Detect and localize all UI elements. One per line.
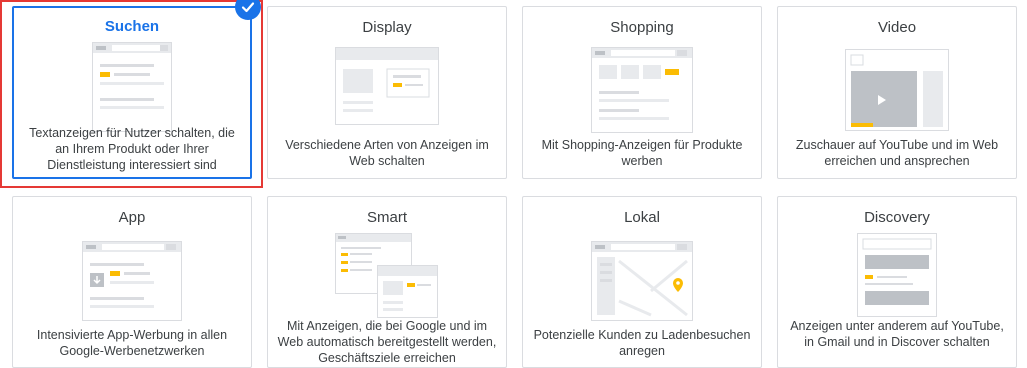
card-description: Intensivierte App-Werbung in allen Googl… xyxy=(36,328,228,358)
campaign-card-search[interactable]: Suchen Textanzeigen für Nutzer schalten,… xyxy=(12,6,252,179)
card-title: Video xyxy=(877,19,917,36)
card-description: Mit Shopping-Anzeigen für Produkte werbe… xyxy=(541,138,743,168)
video-ads-illustration xyxy=(845,49,949,131)
card-title: Lokal xyxy=(624,209,660,226)
selected-check-icon xyxy=(235,0,261,20)
campaign-card-display[interactable]: Display Verschiedene Arten von Anzeigen … xyxy=(267,6,507,179)
card-description: Zuschauer auf YouTube und im Web erreich… xyxy=(795,138,999,168)
discovery-ads-illustration xyxy=(857,233,937,317)
card-description: Potenzielle Kunden zu Ladenbesuchen anre… xyxy=(533,328,751,358)
card-title: Shopping xyxy=(610,19,674,36)
search-ads-illustration xyxy=(92,42,172,132)
card-description: Anzeigen unter anderem auf YouTube, in G… xyxy=(790,319,1004,349)
campaign-card-smart[interactable]: Smart Mit Anzeigen, die bei Google und i… xyxy=(267,196,507,368)
card-title: Smart xyxy=(366,209,407,226)
app-ads-illustration xyxy=(82,241,182,321)
campaign-card-app[interactable]: App Intensivierte App-Werbung in allen G… xyxy=(12,196,252,368)
card-title: Display xyxy=(362,19,412,36)
card-description: Mit Anzeigen, die bei Google und im Web … xyxy=(277,319,497,365)
display-ads-illustration xyxy=(335,47,439,125)
card-description: Verschiedene Arten von Anzeigen im Web s… xyxy=(285,138,489,168)
campaign-card-discovery[interactable]: Discovery Anzeigen unter anderem auf You… xyxy=(777,196,1017,368)
card-title: Discovery xyxy=(864,209,930,226)
local-ads-illustration xyxy=(591,241,693,321)
campaign-card-local[interactable]: Lokal Potenzielle Kunden zu Ladenbesuche… xyxy=(522,196,762,368)
card-description: Textanzeigen für Nutzer schalten, die an… xyxy=(29,126,235,172)
card-title: App xyxy=(118,209,146,226)
shopping-ads-illustration xyxy=(591,47,693,133)
card-title: Suchen xyxy=(104,18,160,35)
smart-ads-illustration xyxy=(335,233,438,318)
campaign-type-grid: Suchen Textanzeigen für Nutzer schalten,… xyxy=(0,0,1027,368)
campaign-card-video[interactable]: Video Zuschauer auf YouTube und im Web e… xyxy=(777,6,1017,179)
campaign-card-shopping[interactable]: Shopping Mit Shopping-Anzeigen für Produ… xyxy=(522,6,762,179)
